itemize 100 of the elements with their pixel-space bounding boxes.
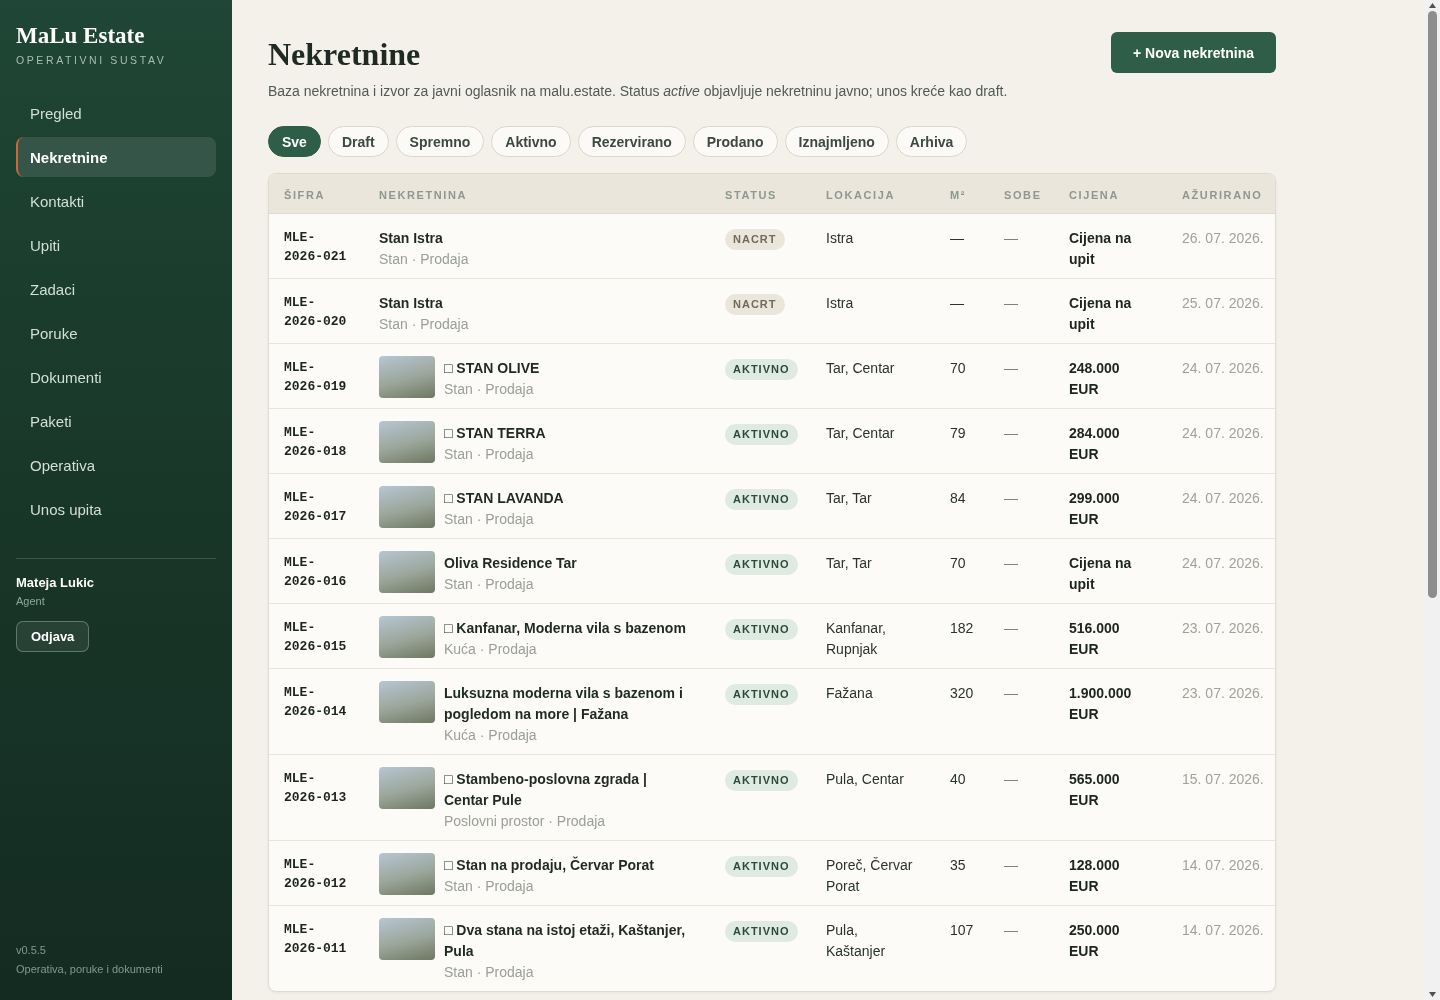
area-value: 107 bbox=[950, 921, 974, 940]
location-text: Tar, Centar bbox=[826, 359, 895, 378]
nav-item[interactable]: Nekretnine bbox=[16, 137, 216, 177]
rooms-value: — bbox=[1004, 684, 1018, 703]
status-badge: AKTIVNO bbox=[725, 856, 798, 877]
property-title[interactable]: □ Kanfanar, Moderna vila s bazenom bbox=[444, 618, 686, 639]
property-code: MLE-2026-019 bbox=[284, 359, 348, 396]
location-text: Tar, Tar bbox=[826, 489, 872, 508]
area-value: 79 bbox=[950, 424, 966, 443]
rooms-value: — bbox=[1004, 489, 1018, 508]
property-title[interactable]: □ STAN OLIVE bbox=[444, 358, 540, 379]
updated-date: 15. 07. 2026. bbox=[1182, 770, 1264, 789]
property-title[interactable]: Luksuzna moderna vila s bazenom i pogledom na more | Fažana bbox=[444, 683, 695, 725]
property-code: MLE-2026-016 bbox=[284, 554, 348, 591]
property-type: Stan · Prodaja bbox=[444, 510, 534, 529]
nav-item[interactable]: Zadaci bbox=[16, 269, 216, 309]
location-text: Fažana bbox=[826, 684, 873, 703]
filter-chip[interactable]: Aktivno bbox=[491, 126, 571, 157]
status-badge: AKTIVNO bbox=[725, 359, 798, 380]
property-title[interactable]: Stan Istra bbox=[379, 293, 443, 314]
nav-item[interactable]: Poruke bbox=[16, 313, 216, 353]
status-badge: NACRT bbox=[725, 229, 785, 250]
status-badge: AKTIVNO bbox=[725, 424, 798, 445]
price-text: Cijena na upit bbox=[1069, 229, 1133, 269]
area-value: 70 bbox=[950, 359, 966, 378]
brand-name: MaLu Estate bbox=[16, 22, 145, 50]
filter-chip[interactable]: Spremno bbox=[395, 126, 485, 157]
property-code: MLE-2026-012 bbox=[284, 856, 348, 893]
area-value: 70 bbox=[950, 554, 966, 573]
price-text: 284.000 EUR bbox=[1069, 424, 1121, 464]
scrollbar-thumb[interactable] bbox=[1428, 11, 1437, 598]
scrollbar-track[interactable] bbox=[1425, 0, 1440, 1000]
updated-date: 24. 07. 2026. bbox=[1182, 424, 1264, 443]
property-title[interactable]: □ Stambeno-poslovna zgrada | Centar Pule bbox=[444, 769, 695, 811]
rooms-value: — bbox=[1004, 359, 1018, 378]
status-badge: AKTIVNO bbox=[725, 770, 798, 791]
status-badge: AKTIVNO bbox=[725, 554, 798, 575]
price-text: 1.900.000 EUR bbox=[1069, 684, 1133, 724]
logout-button[interactable]: Odjava bbox=[16, 621, 90, 652]
property-title[interactable]: Oliva Residence Tar bbox=[444, 553, 577, 574]
filter-chip[interactable]: Prodano bbox=[692, 126, 778, 157]
status-badge: AKTIVNO bbox=[725, 489, 798, 510]
filter-chip[interactable]: Rezervirano bbox=[577, 126, 686, 157]
new-property-button[interactable]: + Nova nekretnina bbox=[1111, 32, 1276, 73]
property-title[interactable]: □ STAN LAVANDA bbox=[444, 488, 564, 509]
location-text: Poreč, Červar Porat bbox=[826, 856, 914, 896]
rooms-value: — bbox=[1004, 770, 1018, 789]
rooms-value: — bbox=[1004, 856, 1018, 875]
version-label: v0.5.5 bbox=[16, 943, 46, 957]
column-header: CIJENA bbox=[1069, 188, 1119, 201]
column-header: SOBE bbox=[1004, 188, 1042, 201]
nav-item[interactable]: Upiti bbox=[16, 225, 216, 265]
nav-item[interactable]: Operativa bbox=[16, 445, 216, 485]
area-value: 84 bbox=[950, 489, 966, 508]
column-header: STATUS bbox=[725, 188, 777, 201]
rooms-value: — bbox=[1004, 294, 1018, 313]
rooms-value: — bbox=[1004, 229, 1018, 248]
filter-chip[interactable]: Iznajmljeno bbox=[784, 126, 889, 157]
filter-chip[interactable]: Draft bbox=[327, 126, 389, 157]
area-value: — bbox=[950, 294, 964, 313]
price-text: 128.000 EUR bbox=[1069, 856, 1121, 896]
nav-item[interactable]: Paketi bbox=[16, 401, 216, 441]
status-badge: AKTIVNO bbox=[725, 921, 798, 942]
filter-chip[interactable]: Arhiva bbox=[895, 126, 968, 157]
status-badge: AKTIVNO bbox=[725, 619, 798, 640]
property-type: Poslovni prostor · Prodaja bbox=[444, 812, 606, 831]
scroll-down-arrow-icon[interactable] bbox=[1429, 992, 1436, 997]
scroll-up-arrow-icon[interactable] bbox=[1429, 3, 1436, 8]
property-type: Stan · Prodaja bbox=[444, 445, 534, 464]
location-text: Pula, Centar bbox=[826, 770, 904, 789]
price-text: 565.000 EUR bbox=[1069, 770, 1121, 810]
page-description: Baza nekretnina i izvor za javni oglasnik na malu.estate. Status active objavljuje nekretninu javno; unos kreće kao draft. bbox=[268, 82, 1008, 101]
column-header: ŠIFRA bbox=[284, 188, 325, 201]
property-code: MLE-2026-018 bbox=[284, 424, 348, 461]
column-header: NEKRETNINA bbox=[379, 188, 468, 201]
updated-date: 24. 07. 2026. bbox=[1182, 359, 1264, 378]
area-value: — bbox=[950, 229, 964, 248]
rooms-value: — bbox=[1004, 554, 1018, 573]
price-text: Cijena na upit bbox=[1069, 554, 1133, 594]
page-title: Nekretnine bbox=[268, 35, 421, 74]
nav-item[interactable]: Unos upita bbox=[16, 489, 216, 529]
user-role: Agent bbox=[16, 594, 45, 608]
price-text: Cijena na upit bbox=[1069, 294, 1133, 334]
nav-item[interactable]: Dokumenti bbox=[16, 357, 216, 397]
property-title[interactable]: □ Stan na prodaju, Červar Porat bbox=[444, 855, 654, 876]
area-value: 40 bbox=[950, 770, 966, 789]
filter-chip[interactable]: Sve bbox=[268, 126, 321, 157]
updated-date: 25. 07. 2026. bbox=[1182, 294, 1264, 313]
property-code: MLE-2026-014 bbox=[284, 684, 348, 721]
property-type: Stan · Prodaja bbox=[379, 250, 469, 269]
property-title[interactable]: □ Dva stana na istoj etaži, Kaštanjer, Pula bbox=[444, 920, 695, 962]
column-header: AŽURIRANO bbox=[1182, 188, 1263, 201]
property-title[interactable]: Stan Istra bbox=[379, 228, 443, 249]
nav-item[interactable]: Kontakti bbox=[16, 181, 216, 221]
property-title[interactable]: □ STAN TERRA bbox=[444, 423, 546, 444]
location-text: Istra bbox=[826, 229, 854, 248]
area-value: 320 bbox=[950, 684, 974, 703]
rooms-value: — bbox=[1004, 424, 1018, 443]
price-text: 248.000 EUR bbox=[1069, 359, 1121, 399]
nav-item[interactable]: Pregled bbox=[16, 93, 216, 133]
